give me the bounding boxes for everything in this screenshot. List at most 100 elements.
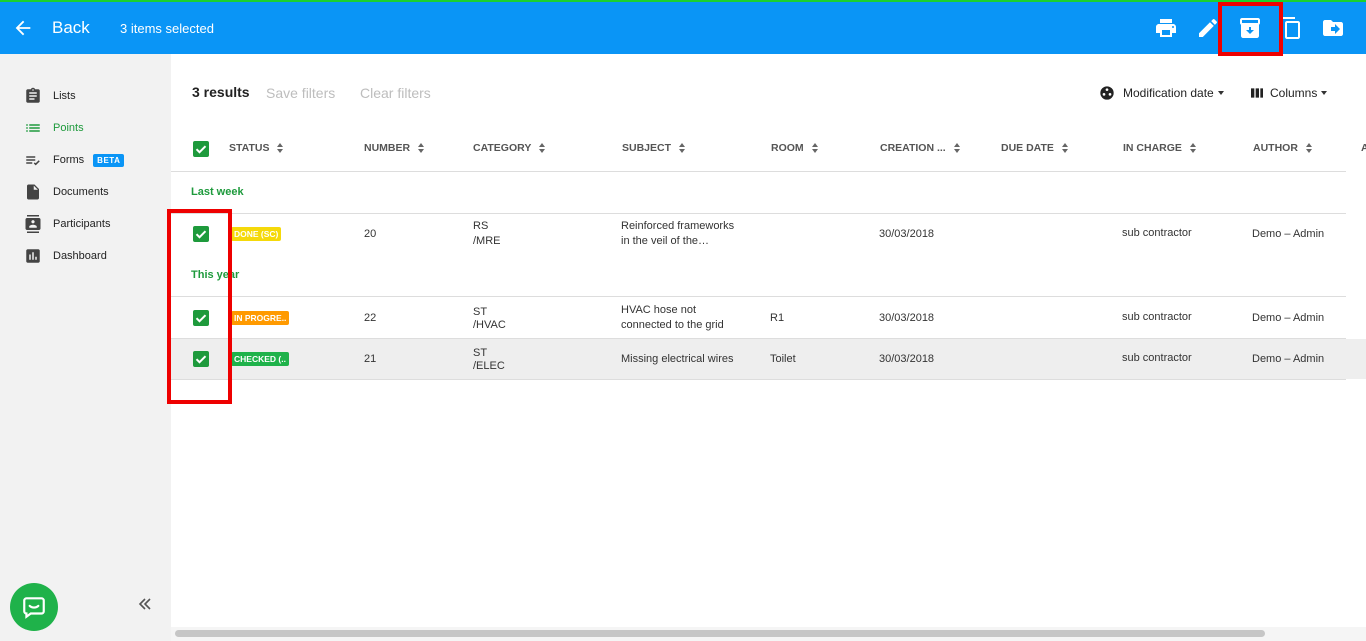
beta-badge: BETA: [93, 153, 125, 167]
list-icon: [24, 119, 42, 137]
in-charge-cell: sub contractor: [1122, 352, 1192, 364]
room-cell: Toilet: [770, 353, 796, 365]
status-badge: IN PROGRE..: [231, 311, 290, 325]
column-header-category[interactable]: CATEGORY: [473, 142, 546, 154]
sidebar: Lists Points Forms BETA Documents Partic…: [0, 54, 171, 641]
collapse-sidebar-icon[interactable]: [137, 596, 153, 612]
column-header-status[interactable]: STATUS: [229, 142, 284, 154]
document-icon: [24, 183, 42, 201]
sidebar-item-label: Dashboard: [53, 250, 107, 262]
column-header-subject[interactable]: SUBJECT: [622, 142, 686, 154]
category-cell: /HVAC: [473, 319, 506, 331]
column-header-author[interactable]: AUTHOR: [1253, 142, 1313, 154]
sort-arrows-icon: [276, 142, 284, 154]
column-header-in-charge[interactable]: IN CHARGE: [1123, 142, 1197, 154]
number-cell: 20: [364, 228, 377, 240]
sidebar-item-points[interactable]: Points: [24, 118, 84, 138]
divider: [171, 213, 1346, 214]
author-cell: Demo – Admin: [1252, 312, 1325, 324]
select-all-checkbox[interactable]: [193, 141, 209, 157]
number-cell: 22: [364, 312, 377, 324]
creation-date-cell: 30/03/2018: [879, 312, 935, 324]
category-cell: /ELEC: [473, 360, 505, 372]
main-content: 3 results Save filters Clear filters Mod…: [171, 54, 1366, 641]
subject-cell: in the veil of the…: [621, 235, 710, 247]
sort-dropdown[interactable]: Modification date: [1099, 85, 1224, 101]
status-badge: DONE (SC): [231, 227, 282, 241]
results-count: 3 results: [192, 84, 250, 100]
clear-filters-button[interactable]: Clear filters: [360, 85, 431, 101]
chart-icon: [24, 247, 42, 265]
divider: [171, 379, 1346, 380]
sort-icon: [1100, 86, 1114, 100]
horizontal-scrollbar-thumb[interactable]: [175, 630, 1265, 637]
creation-date-cell: 30/03/2018: [879, 353, 935, 365]
columns-icon: [1251, 88, 1263, 98]
sidebar-item-label: Forms: [53, 154, 85, 166]
selection-count: 3 items selected: [120, 21, 214, 36]
subject-cell: Missing electrical wires: [621, 353, 734, 365]
print-icon[interactable]: [1154, 16, 1178, 40]
back-arrow-icon[interactable]: [12, 17, 34, 39]
sort-arrows-icon: [953, 142, 961, 154]
sidebar-item-documents[interactable]: Documents: [24, 182, 109, 202]
in-charge-cell: sub contractor: [1122, 311, 1192, 323]
sort-arrows-icon: [1061, 142, 1069, 154]
sidebar-item-label: Participants: [53, 218, 111, 230]
sort-arrows-icon: [811, 142, 819, 154]
sort-arrows-icon: [1189, 142, 1197, 154]
sidebar-item-participants[interactable]: Participants: [24, 214, 110, 234]
sidebar-item-label: Documents: [53, 186, 109, 198]
room-cell: R1: [770, 312, 785, 324]
row-checkbox[interactable]: [193, 310, 209, 326]
chat-icon: [23, 597, 45, 619]
sidebar-item-forms[interactable]: Forms BETA: [24, 150, 125, 170]
group-label-last-week: Last week: [191, 186, 244, 198]
caret-down-icon: [1321, 91, 1328, 95]
author-cell: Demo – Admin: [1252, 228, 1325, 240]
checklist-icon: [24, 151, 42, 169]
columns-dropdown[interactable]: Columns: [1249, 85, 1328, 101]
column-header-truncated[interactable]: A: [1361, 142, 1366, 154]
top-bar: Back 3 items selected: [0, 0, 1366, 54]
sort-arrows-icon: [678, 142, 686, 154]
move-icon[interactable]: [1321, 16, 1345, 40]
sort-arrows-icon: [417, 142, 425, 154]
clipboard-icon: [24, 87, 42, 105]
columns-label: Columns: [1270, 86, 1318, 100]
category-cell: /MRE: [473, 235, 501, 247]
column-header-due-date[interactable]: DUE DATE: [1001, 142, 1069, 154]
sidebar-item-label: Lists: [53, 90, 76, 102]
group-label-this-year: This year: [191, 269, 240, 281]
subject-cell: HVAC hose not: [621, 304, 697, 316]
category-cell: RS: [473, 220, 489, 232]
column-header-number[interactable]: NUMBER: [364, 142, 425, 154]
column-header-room[interactable]: ROOM: [771, 142, 819, 154]
author-cell: Demo – Admin: [1252, 353, 1325, 365]
edit-icon[interactable]: [1196, 16, 1220, 40]
archive-icon[interactable]: [1238, 16, 1262, 40]
chat-button[interactable]: [10, 583, 58, 631]
subject-cell: Reinforced frameworks: [621, 220, 735, 232]
divider: [171, 296, 1346, 297]
sidebar-item-lists[interactable]: Lists: [24, 86, 76, 106]
sidebar-item-dashboard[interactable]: Dashboard: [24, 246, 107, 266]
sort-arrows-icon: [538, 142, 546, 154]
creation-date-cell: 30/03/2018: [879, 228, 935, 240]
sort-arrows-icon: [1305, 142, 1313, 154]
caret-down-icon: [1217, 91, 1224, 95]
sidebar-item-label: Points: [53, 122, 84, 134]
sort-label: Modification date: [1123, 86, 1214, 100]
copy-icon[interactable]: [1279, 16, 1303, 40]
row-checkbox[interactable]: [193, 226, 209, 242]
contacts-icon: [24, 215, 42, 233]
save-filters-button[interactable]: Save filters: [266, 85, 335, 101]
subject-cell: connected to the grid: [621, 319, 724, 331]
back-button[interactable]: Back: [52, 18, 90, 38]
column-header-creation[interactable]: CREATION ...: [880, 142, 961, 154]
divider: [171, 171, 1346, 172]
in-charge-cell: sub contractor: [1122, 227, 1192, 239]
row-checkbox[interactable]: [193, 351, 209, 367]
number-cell: 21: [364, 353, 377, 365]
status-badge: CHECKED (..: [231, 352, 289, 366]
